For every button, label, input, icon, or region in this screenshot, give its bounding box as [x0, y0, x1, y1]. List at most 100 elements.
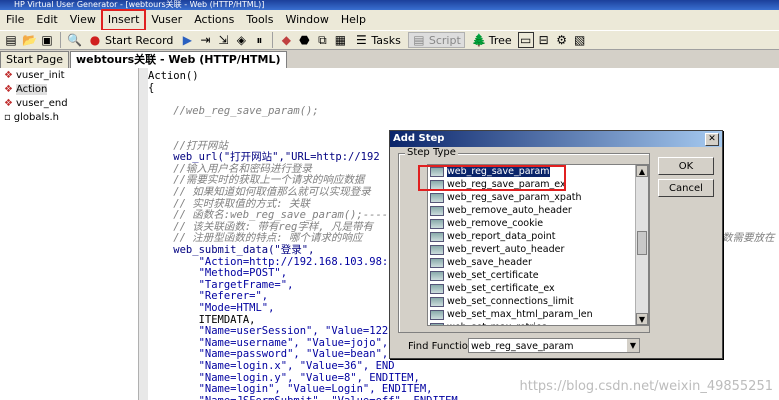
step-list-item[interactable]: web_set_certificate [428, 269, 648, 282]
toolbar-divider [60, 32, 61, 48]
function-icon [430, 244, 444, 255]
step-list-item[interactable]: web_set_certificate_ex [428, 282, 648, 295]
dialog-title: Add Step [393, 133, 445, 144]
tree-item-vuser-init[interactable]: ❖ vuser_init [0, 68, 138, 82]
function-icon [430, 231, 444, 242]
code-line: "Name=userSession", "Value=122 [148, 325, 389, 338]
function-icon [430, 205, 444, 216]
script-view-button[interactable]: ▤ Script [407, 32, 465, 48]
code-line: "Method=POST", [148, 267, 288, 280]
script-icon: ▤ [413, 33, 425, 47]
code-line: //打开网站 [148, 139, 228, 152]
tab-webtours[interactable]: webtours关联 - Web (HTTP/HTML) [70, 51, 287, 68]
tree-item-action[interactable]: ❖ Action [0, 82, 138, 96]
code-line: "Name=login.y", "Value=8", ENDITEM, [148, 371, 420, 384]
thumbnail-icon[interactable]: ▭ [517, 32, 534, 48]
step-list-item[interactable]: web_set_max_html_param_len [428, 308, 648, 321]
step-list-item[interactable]: web_report_data_point [428, 230, 648, 243]
code-line: "Name=JSFormSubmit", "Value=off", ENDITE… [148, 395, 465, 400]
scroll-up-icon[interactable]: ▲ [636, 165, 648, 177]
menu-vuser[interactable]: Vuser [145, 10, 188, 30]
new-script-icon[interactable]: ▤ [4, 33, 18, 47]
step-list-item[interactable]: web_set_connections_limit [428, 295, 648, 308]
scroll-thumb[interactable] [637, 231, 647, 255]
step-list-item-label: web_set_certificate [447, 270, 539, 281]
find-icon[interactable]: 🔍 [67, 33, 82, 47]
replay-log-icon[interactable]: ⊟ [537, 33, 551, 47]
menu-help[interactable]: Help [335, 10, 372, 30]
code-line: "Action=http://192.168.103.98: [148, 255, 389, 268]
function-icon [430, 257, 444, 268]
run-icon[interactable]: ▶ [180, 33, 194, 47]
action-icon: ❖ [4, 69, 13, 81]
tree-item-vuser-end[interactable]: ❖ vuser_end [0, 96, 138, 110]
scroll-down-icon[interactable]: ▼ [636, 313, 648, 325]
code-line: // 实时获取值的方式: 关联 [148, 197, 310, 210]
step-list-item-label: web_reg_save_param_xpath [447, 192, 582, 203]
start-record-label: Start Record [105, 33, 174, 47]
tab-start-page[interactable]: Start Page [0, 51, 69, 68]
step-list-item-label: web_report_data_point [447, 231, 556, 242]
step-list-item-label: web_remove_auto_header [447, 205, 572, 216]
tasks-button[interactable]: ☰ Tasks [351, 33, 403, 47]
file-icon: ▫ [4, 111, 11, 123]
compile-icon[interactable]: ◈ [234, 33, 248, 47]
step-list-item[interactable]: web_reg_save_param_xpath [428, 191, 648, 204]
tasks-icon: ☰ [355, 33, 367, 47]
code-line: Action() [148, 70, 199, 82]
step-into-icon[interactable]: ⇲ [216, 33, 230, 47]
transaction-icon[interactable]: ▦ [333, 33, 347, 47]
step-list-item[interactable]: web_save_header [428, 256, 648, 269]
parameter-icon[interactable]: ⧉ [315, 33, 329, 47]
menu-file[interactable]: File [0, 10, 30, 30]
title-bar: HP Virtual User Generator - [webtours关联 … [0, 0, 779, 10]
tasks-label: Tasks [371, 33, 401, 47]
menu-actions[interactable]: Actions [188, 10, 240, 30]
menu-tools[interactable]: Tools [240, 10, 279, 30]
code-line: //需要实时的获取上一个请求的响应数据 [148, 174, 365, 187]
code-line: "Name=password", "Value=bean", [148, 348, 389, 361]
step-list-item[interactable]: web_remove_cookie [428, 217, 648, 230]
step-icon[interactable]: ⇥ [198, 33, 212, 47]
list-scrollbar[interactable]: ▲ ▼ [635, 165, 648, 325]
function-icon [430, 218, 444, 229]
start-record-button[interactable]: ● Start Record [85, 33, 176, 47]
step-list-item[interactable]: web_set_max_retries [428, 321, 648, 325]
cancel-button[interactable]: Cancel [658, 179, 714, 197]
function-icon [430, 309, 444, 320]
code-line: web_url("打开网站","URL=http://192 [148, 151, 380, 164]
action-icon: ❖ [4, 97, 13, 109]
open-folder-icon[interactable]: 📂 [22, 33, 37, 47]
menu-insert[interactable]: Insert [100, 9, 147, 31]
breakpoint-icon[interactable]: ◆ [279, 33, 293, 47]
find-function-value: web_reg_save_param [471, 341, 574, 352]
action-tree: ❖ vuser_init ❖ Action ❖ vuser_end ▫ glob… [0, 68, 139, 400]
code-line: // 函数名:web_reg_save_param();---- [148, 209, 389, 222]
function-icon [430, 192, 444, 203]
tree-item-label: vuser_init [15, 69, 65, 81]
bookmark-icon[interactable]: ⬣ [297, 33, 311, 47]
tree-item-label: globals.h [13, 111, 60, 123]
tree-view-button[interactable]: 🌲 Tree [469, 33, 515, 47]
close-icon[interactable]: ✕ [705, 133, 719, 146]
menu-window[interactable]: Window [279, 10, 334, 30]
chevron-down-icon[interactable]: ▼ [627, 339, 639, 352]
runtime-settings-icon[interactable]: ⚙ [555, 33, 569, 47]
menu-view[interactable]: View [64, 10, 102, 30]
snapshot-icon[interactable]: ▧ [573, 33, 587, 47]
tree-item-label: vuser_end [15, 97, 68, 109]
step-list-item[interactable]: web_revert_auto_header [428, 243, 648, 256]
function-icon [430, 283, 444, 294]
find-function-combo[interactable]: web_reg_save_param ▼ [468, 338, 640, 353]
step-type-label: Step Type [405, 147, 458, 158]
code-line: // 注册型函数的特点: 哪个请求的响应 [148, 232, 363, 245]
toolbar: ▤ 📂 ▣ 🔍 ● Start Record ▶ ⇥ ⇲ ◈ ⏸ ◆ ⬣ ⧉ ▦… [0, 30, 779, 50]
pause-icon[interactable]: ⏸ [252, 33, 266, 47]
step-list-item-label: web_set_connections_limit [447, 296, 574, 307]
ok-button[interactable]: OK [658, 157, 714, 175]
menu-edit[interactable]: Edit [30, 10, 63, 30]
code-line: // 如果知道如何取值那么就可以实现登录 [148, 186, 371, 198]
save-icon[interactable]: ▣ [40, 33, 54, 47]
step-list-item[interactable]: web_remove_auto_header [428, 204, 648, 217]
tree-item-globals[interactable]: ▫ globals.h [0, 110, 138, 124]
